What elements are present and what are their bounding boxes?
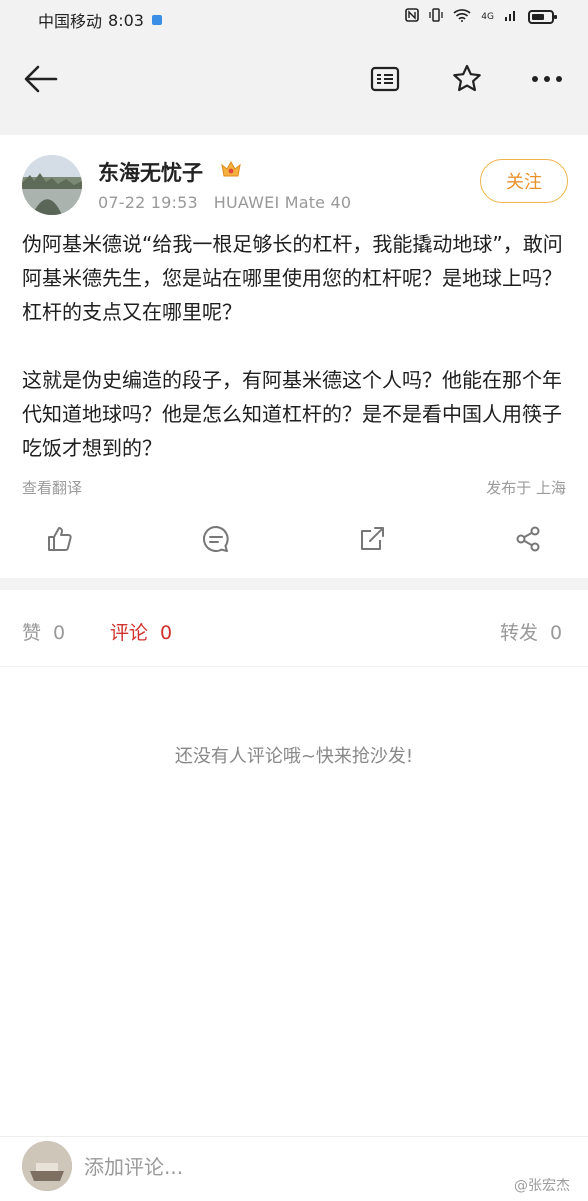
share-icon[interactable] xyxy=(512,523,544,555)
vibrate-icon xyxy=(429,8,443,26)
status-time: 8:03 xyxy=(108,10,144,30)
post-location: 发布于 上海 xyxy=(486,479,566,497)
comment-input[interactable]: 添加评论... xyxy=(84,1151,183,1180)
tab-likes-label: 赞 xyxy=(22,622,42,644)
status-left: 中国移动 8:03 xyxy=(38,8,162,32)
post-card: 东海无忧子 07-22 19:53 HUAWEI Mate 40 关注 伪阿基米… xyxy=(0,135,588,578)
post-meta: 07-22 19:53 HUAWEI Mate 40 xyxy=(98,193,351,212)
post-date: 07-22 19:53 xyxy=(98,193,198,212)
tab-comments-count: 0 xyxy=(160,622,173,644)
comment-bar: 添加评论... @张宏杰 xyxy=(0,1136,588,1201)
follow-button[interactable]: 关注 xyxy=(480,159,568,203)
comments-section: 赞0 评论 0 转发 0 还没有人评论哦~快来抢沙发! xyxy=(0,590,588,1136)
watermark: @张宏杰 xyxy=(514,1178,570,1194)
signal-icon xyxy=(504,8,518,26)
tab-forwards[interactable]: 转发 0 xyxy=(500,618,562,645)
author-avatar[interactable] xyxy=(22,155,82,215)
nav-bar xyxy=(0,36,588,122)
post-actions xyxy=(0,523,588,563)
author-name[interactable]: 东海无忧子 xyxy=(98,157,203,187)
status-right: 4G xyxy=(405,8,557,26)
more-icon[interactable] xyxy=(526,58,568,100)
translate-link[interactable]: 查看翻译 xyxy=(22,477,82,498)
nfc-icon xyxy=(405,8,420,26)
shield-icon xyxy=(151,15,162,25)
tab-divider xyxy=(0,666,588,667)
comment-icon[interactable] xyxy=(200,523,232,555)
network-label: 4G xyxy=(481,12,494,22)
tab-likes-count: 0 xyxy=(53,622,66,644)
wifi-icon xyxy=(453,8,471,26)
post-device: HUAWEI Mate 40 xyxy=(213,193,352,212)
tab-comments[interactable]: 评论 0 xyxy=(110,618,172,645)
document-icon[interactable] xyxy=(364,58,406,100)
thumb-up-icon[interactable] xyxy=(44,523,76,555)
user-avatar xyxy=(22,1141,72,1191)
battery-icon xyxy=(528,10,557,24)
empty-comments-message: 还没有人评论哦~快来抢沙发! xyxy=(174,746,414,767)
star-icon[interactable] xyxy=(446,58,488,100)
crown-badge-icon xyxy=(220,159,242,179)
post-content: 伪阿基米德说“给我一根足够长的杠杆，我能撬动地球”，敢问阿基米德先生，您是站在哪… xyxy=(22,232,563,460)
back-arrow-icon[interactable] xyxy=(20,58,62,100)
tab-likes[interactable]: 赞0 xyxy=(22,618,65,645)
status-bar: 中国移动 8:03 4G xyxy=(0,0,588,36)
forward-icon[interactable] xyxy=(356,523,388,555)
tab-comments-label: 评论 xyxy=(110,622,149,644)
tab-forwards-label: 转发 xyxy=(500,622,539,644)
carrier-label: 中国移动 xyxy=(38,12,103,31)
tab-forwards-count: 0 xyxy=(550,622,563,644)
